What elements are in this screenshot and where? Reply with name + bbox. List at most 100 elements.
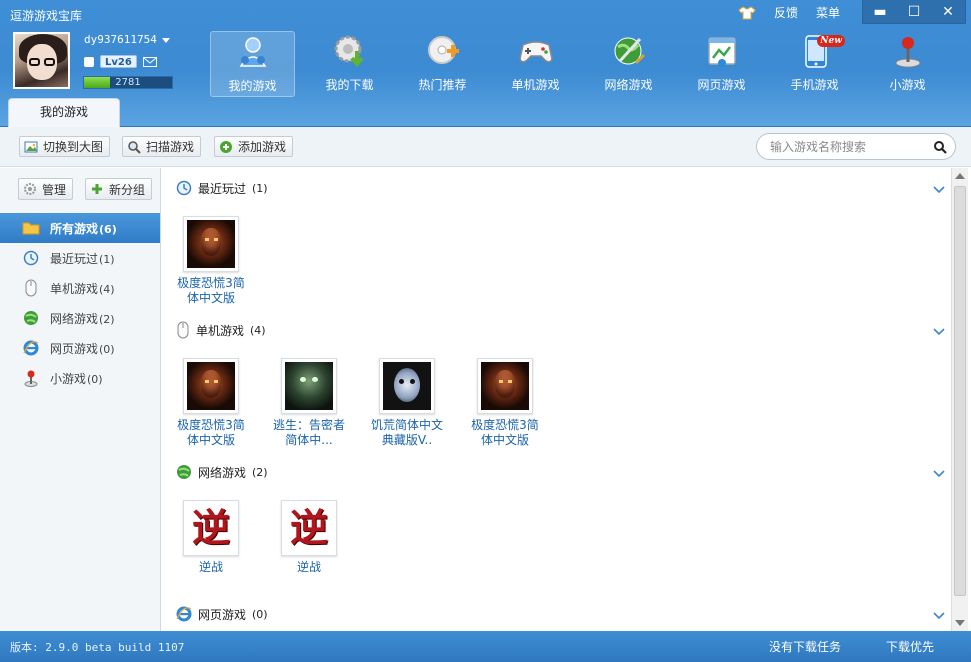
sidebar-item-name: 单机游戏 <box>50 281 99 296</box>
nav-item-2[interactable]: 热门推荐 <box>396 31 489 97</box>
game-icon[interactable] <box>281 358 337 414</box>
game-tile[interactable]: 极度恐慌3简体中文版 <box>456 358 554 448</box>
username[interactable]: dy937611754 <box>84 33 170 46</box>
nav-item-5[interactable]: 网页游戏 <box>675 31 768 97</box>
section-header[interactable]: 网页游戏 (0) <box>176 604 268 624</box>
game-name[interactable]: 逆战 <box>271 560 347 575</box>
game-name[interactable]: 极度恐慌3简体中文版 <box>173 276 249 306</box>
sidebar-item-name: 网络游戏 <box>50 311 99 326</box>
magnifier-icon <box>128 140 141 154</box>
menu-link[interactable]: 菜单 <box>816 4 840 21</box>
section-title: 单机游戏 <box>196 323 245 338</box>
game-tile[interactable]: 逆逆战 <box>260 500 358 575</box>
close-button[interactable]: ✕ <box>931 0 965 23</box>
sidebar-item-name: 网页游戏 <box>50 341 99 356</box>
minimize-button[interactable]: ▬ <box>863 0 897 23</box>
sidebar-item-4[interactable]: 网页游戏(0) <box>0 333 160 363</box>
chevron-down-icon[interactable] <box>933 609 945 620</box>
add-game-button[interactable]: 添加游戏 <box>214 136 294 157</box>
game-icon[interactable] <box>379 358 435 414</box>
sidebar-item-name: 所有游戏 <box>50 221 99 236</box>
window-controls: ▬ ☐ ✕ <box>862 0 966 24</box>
section-count: (2) <box>252 465 268 479</box>
nav-item-7[interactable]: 小游戏 <box>861 31 954 97</box>
game-tile[interactable]: 极度恐慌3简体中文版 <box>162 358 260 448</box>
section-count: (4) <box>250 323 266 337</box>
search-input[interactable] <box>770 139 930 155</box>
sidebar-item-0[interactable]: 所有游戏(6) <box>0 213 160 243</box>
nav-item-label: 小游戏 <box>889 78 926 92</box>
sidebar-item-2[interactable]: 单机游戏(4) <box>0 273 160 303</box>
new-group-button[interactable]: 新分组 <box>85 178 153 200</box>
game-icon[interactable] <box>183 216 239 272</box>
mouse-icon <box>22 279 40 297</box>
section-header[interactable]: 单机游戏 (4) <box>176 320 266 340</box>
sidebar-item-name: 最近玩过 <box>50 251 99 266</box>
game-icon[interactable]: 逆 <box>281 500 337 556</box>
section-header[interactable]: 最近玩过 (1) <box>176 178 268 198</box>
sidebar-item-label: 网页游戏(0) <box>50 340 115 357</box>
game-tile[interactable]: 逃生：告密者简体中... <box>260 358 358 448</box>
game-name[interactable]: 极度恐慌3简体中文版 <box>467 418 543 448</box>
sidebar-item-1[interactable]: 最近玩过(1) <box>0 243 160 273</box>
hot-recommend-icon <box>424 33 462 69</box>
game-tile[interactable]: 饥荒简体中文典藏版V.. <box>358 358 456 448</box>
scroll-up-arrow-icon[interactable] <box>955 173 965 179</box>
nav-item-3[interactable]: 单机游戏 <box>489 31 582 97</box>
chevron-down-icon[interactable] <box>161 37 170 43</box>
nav-item-4[interactable]: 网络游戏 <box>582 31 675 97</box>
chevron-down-icon[interactable] <box>933 183 945 194</box>
game-name[interactable]: 逆战 <box>173 560 249 575</box>
game-icon[interactable] <box>477 358 533 414</box>
scroll-down-arrow-icon[interactable] <box>955 620 965 626</box>
manage-button[interactable]: 管理 <box>18 178 74 200</box>
download-priority-link[interactable]: 下载优先 <box>886 638 934 655</box>
game-icon[interactable] <box>183 358 239 414</box>
chevron-down-icon[interactable] <box>933 325 945 336</box>
nav-item-1[interactable]: 我的下载 <box>303 31 396 97</box>
sidebar-item-5[interactable]: 小游戏(0) <box>0 363 160 393</box>
status-bar: 版本: 2.9.0 beta build 1107 没有下载任务 下载优先 <box>0 631 971 662</box>
nav-item-6[interactable]: 手机游戏 New <box>768 31 861 97</box>
game-icon[interactable]: 逆 <box>183 500 239 556</box>
game-name[interactable]: 饥荒简体中文典藏版V.. <box>369 418 445 448</box>
game-name[interactable]: 极度恐慌3简体中文版 <box>173 418 249 448</box>
nav-item-0[interactable]: 我的游戏 <box>210 31 295 97</box>
title-bar: 逗游游戏宝库 反馈 菜单 ▬ ☐ ✕ dy937611754 Lv26 2781… <box>0 0 971 127</box>
scrollbar[interactable] <box>951 168 968 631</box>
category-list: 所有游戏(6) 最近玩过(1) 单机游戏(4) 网络游戏(2) 网页游戏(0) 小游戏(0… <box>0 213 160 393</box>
skin-shirt-icon[interactable] <box>738 5 756 20</box>
avatar[interactable] <box>13 32 70 89</box>
gamepad-icon <box>517 33 555 69</box>
ie-icon <box>22 339 40 357</box>
download-tasks-link[interactable]: 没有下载任务 <box>769 638 841 655</box>
user-badges: Lv26 <box>84 55 157 68</box>
game-tile[interactable]: 极度恐慌3简体中文版 <box>162 216 260 306</box>
sidebar-item-count: (0) <box>99 342 115 356</box>
tab-my-games[interactable]: 我的游戏 <box>8 98 120 127</box>
section-title: 网络游戏 <box>198 465 247 480</box>
section-header[interactable]: 网络游戏 (2) <box>176 462 268 482</box>
mouse-icon <box>176 321 190 339</box>
game-grid: 极度恐慌3简体中文版 逃生：告密者简体中... 饥荒简体中文典藏版V.. 极度恐慌3简… <box>162 358 554 448</box>
chevron-down-icon[interactable] <box>933 467 945 478</box>
sidebar-item-3[interactable]: 网络游戏(2) <box>0 303 160 333</box>
sidebar-item-label: 最近玩过(1) <box>50 250 115 267</box>
scan-games-button[interactable]: 扫描游戏 <box>122 136 202 157</box>
section-count: (1) <box>252 181 268 195</box>
section-title: 网页游戏 <box>198 607 247 622</box>
game-grid: 极度恐慌3简体中文版 <box>162 216 260 306</box>
nav-item-label: 手机游戏 <box>790 78 839 92</box>
sidebar-item-label: 单机游戏(4) <box>50 280 115 297</box>
feedback-link[interactable]: 反馈 <box>774 4 798 21</box>
globe-icon <box>22 309 40 327</box>
scrollbar-thumb[interactable] <box>954 186 966 596</box>
vip-icon[interactable] <box>84 56 94 67</box>
my-games-icon <box>234 34 272 70</box>
search-icon[interactable] <box>933 140 947 154</box>
maximize-button[interactable]: ☐ <box>897 0 931 23</box>
switch-large-view-button[interactable]: 切换到大图 <box>19 136 111 157</box>
game-tile[interactable]: 逆逆战 <box>162 500 260 575</box>
mail-icon[interactable] <box>142 56 157 67</box>
game-name[interactable]: 逃生：告密者简体中... <box>271 418 347 448</box>
